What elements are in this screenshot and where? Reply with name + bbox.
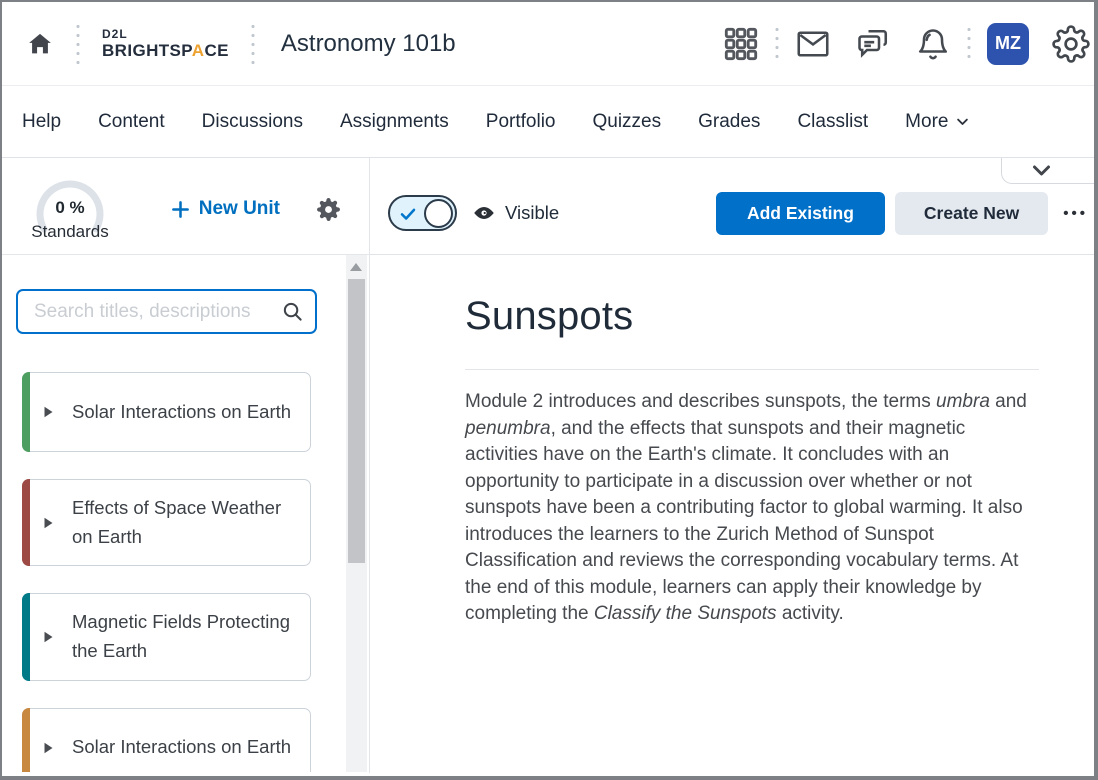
top-header: D2L BRIGHTSPACE Astronomy 101b [2,2,1094,86]
header-divider [967,25,971,63]
search-input[interactable] [16,289,317,334]
expand-caret-icon[interactable] [43,741,54,754]
sidebar-scrollbar[interactable] [346,255,367,772]
chevron-down-icon [955,114,970,129]
unit-title: Solar Interactions on Earth [72,398,291,427]
visibility-toggle[interactable] [388,195,457,231]
admin-gear-button[interactable] [1048,21,1094,67]
nav-classlist[interactable]: Classlist [797,111,868,133]
collapse-panel-tab[interactable] [1001,158,1094,184]
content-sidebar: 0 % Standards New Unit [2,158,370,773]
brightspace-logo[interactable]: D2L BRIGHTSPACE [102,28,229,60]
module-title: Sunspots [465,294,1039,339]
scrollbar-thumb[interactable] [348,279,365,563]
gear-icon [1052,25,1090,63]
header-actions: MZ [711,21,1080,67]
app-window: D2L BRIGHTSPACE Astronomy 101b [0,0,1098,780]
search-icon [281,300,304,323]
expand-caret-icon[interactable] [43,631,54,644]
title-divider [465,369,1039,370]
course-navbar: Help Content Discussions Assignments Por… [2,86,1094,158]
module-toolbar: Visible Add Existing Create New ••• [370,158,1094,255]
unit-color-strip [22,593,30,680]
unit-title: Solar Interactions on Earth [72,733,291,762]
nav-quizzes[interactable]: Quizzes [592,111,661,133]
module-description: Module 2 introduces and describes sunspo… [465,389,1039,628]
new-unit-label: New Unit [199,198,280,220]
unit-card-solar-interactions[interactable]: Solar Interactions on Earth [22,372,311,452]
eye-icon [472,201,496,225]
waffle-grid-icon [723,26,759,62]
new-unit-button[interactable]: New Unit [171,198,280,220]
nav-discussions[interactable]: Discussions [202,111,303,133]
nav-portfolio[interactable]: Portfolio [486,111,556,133]
unit-card-space-weather[interactable]: Effects of Space Weather on Earth [22,479,311,566]
logo-d2l: D2L [102,28,229,40]
home-button[interactable] [20,24,60,64]
gear-icon [316,197,341,222]
unit-title: Effects of Space Weather on Earth [72,494,296,551]
main-panel: Visible Add Existing Create New ••• Suns… [370,158,1094,773]
header-divider [76,22,80,66]
sidebar-settings-button[interactable] [316,197,341,222]
bell-icon [915,26,951,62]
user-avatar[interactable]: MZ [987,23,1029,65]
chat-button[interactable] [850,21,896,67]
check-icon [399,205,417,228]
plus-icon [171,200,190,219]
progress-value: 0 % [24,198,116,218]
nav-content[interactable]: Content [98,111,165,133]
unit-color-strip [22,708,30,772]
standards-progress-gauge: 0 % Standards [24,168,116,250]
header-divider [775,25,779,63]
home-icon [27,31,53,57]
module-content: Sunspots Module 2 introduces and describ… [370,255,1094,628]
unit-title: Magnetic Fields Protecting the Earth [72,608,296,665]
toolbar-actions: Add Existing Create New ••• [716,192,1082,235]
expand-caret-icon[interactable] [43,406,54,419]
logo-accent-letter: A [192,41,205,60]
expand-caret-icon[interactable] [43,516,54,529]
scroll-up-arrow-icon[interactable] [350,263,362,271]
nav-more-menu[interactable]: More [905,111,970,133]
mail-icon [795,26,831,62]
chevron-down-icon [1031,163,1052,178]
search-button[interactable] [281,300,304,328]
logo-wordmark: BRIGHTSPACE [102,41,229,60]
app-switcher-button[interactable] [718,21,764,67]
messages-button[interactable] [790,21,836,67]
nav-help[interactable]: Help [22,111,61,133]
visible-label: Visible [505,202,559,224]
nav-assignments[interactable]: Assignments [340,111,449,133]
create-new-button[interactable]: Create New [895,192,1048,235]
unit-card-solar-interactions-2[interactable]: Solar Interactions on Earth [22,708,311,772]
chat-bubbles-icon [855,26,891,62]
visible-status: Visible [472,201,559,225]
unit-card-magnetic-fields[interactable]: Magnetic Fields Protecting the Earth [22,593,311,680]
progress-label: Standards [24,222,116,242]
toggle-knob[interactable] [424,199,453,228]
unit-color-strip [22,372,30,452]
nav-more-label: More [905,111,948,133]
nav-grades[interactable]: Grades [698,111,760,133]
unit-list: Solar Interactions on Earth Effects of S… [22,372,311,772]
sidebar-header: 0 % Standards New Unit [2,158,369,255]
more-actions-button[interactable]: ••• [1063,205,1088,222]
header-divider [251,22,255,66]
add-existing-button[interactable]: Add Existing [716,192,885,235]
course-title: Astronomy 101b [281,30,456,58]
search-box [16,289,317,334]
unit-list-panel: Solar Interactions on Earth Effects of S… [2,255,369,772]
notifications-button[interactable] [910,21,956,67]
unit-color-strip [22,479,30,566]
